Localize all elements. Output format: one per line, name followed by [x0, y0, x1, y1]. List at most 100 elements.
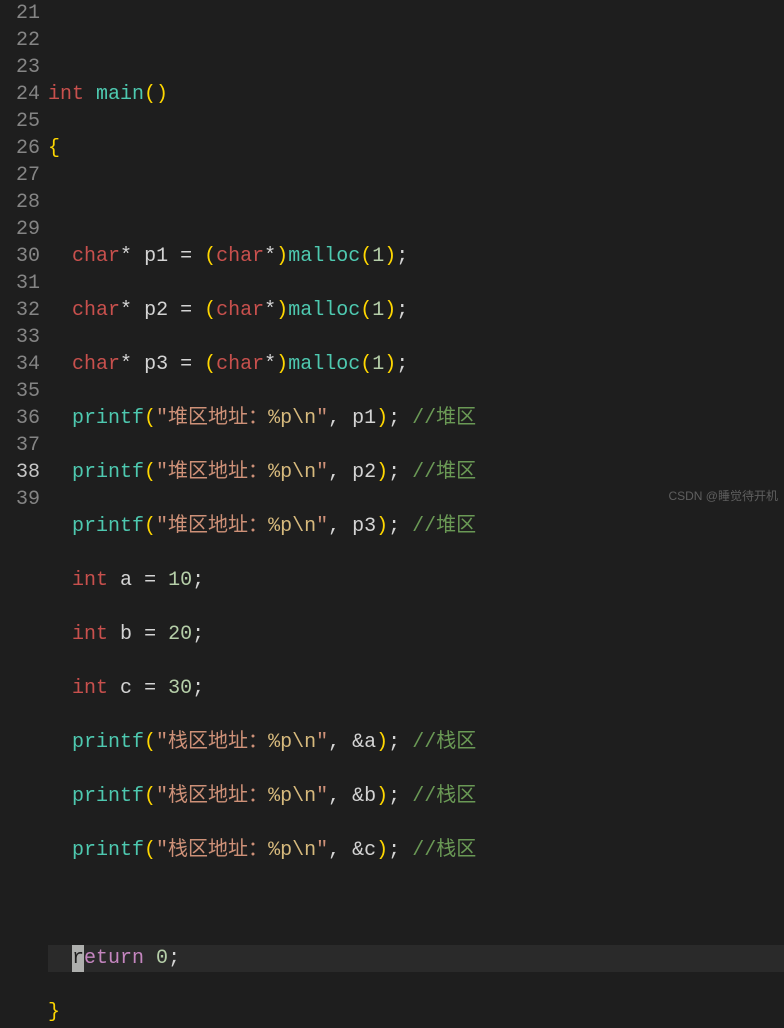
watermark: CSDN @睡觉待开机: [668, 483, 778, 510]
string: "栈区地址：: [156, 785, 268, 808]
paren: ): [376, 785, 388, 808]
semicolon: ;: [396, 299, 408, 322]
line-number: 21: [0, 0, 40, 27]
format-spec: %p: [268, 461, 292, 484]
function-call: printf: [72, 461, 144, 484]
code-line: char* p1 = (char*)malloc(1);: [48, 243, 784, 270]
paren: (: [360, 353, 372, 376]
star: *: [120, 353, 132, 376]
line-number: 38: [0, 459, 40, 486]
equals: =: [180, 353, 192, 376]
variable: c: [364, 839, 376, 862]
type-keyword: int: [72, 623, 108, 646]
line-number: 37: [0, 432, 40, 459]
addressof: &: [352, 731, 364, 754]
line-number: 26: [0, 135, 40, 162]
equals: =: [180, 245, 192, 268]
code-line: printf("堆区地址：%p\n", p1); //堆区: [48, 405, 784, 432]
code-line: printf("堆区地址：%p\n", p3); //堆区: [48, 513, 784, 540]
type-keyword: char: [216, 245, 264, 268]
type-keyword: int: [72, 677, 108, 700]
function-call: malloc: [288, 245, 360, 268]
paren: (: [144, 785, 156, 808]
variable: b: [120, 623, 132, 646]
paren: (): [144, 83, 168, 106]
number: 0: [156, 947, 168, 970]
code-line: printf("堆区地址：%p\n", p2); //堆区: [48, 459, 784, 486]
line-number: 25: [0, 108, 40, 135]
variable: a: [120, 569, 132, 592]
code-line: printf("栈区地址：%p\n", &c); //栈区: [48, 837, 784, 864]
paren: ): [384, 299, 396, 322]
star: *: [120, 245, 132, 268]
escape: \n: [292, 461, 316, 484]
escape: \n: [292, 731, 316, 754]
variable: b: [364, 785, 376, 808]
function-call: printf: [72, 515, 144, 538]
function-call: printf: [72, 785, 144, 808]
format-spec: %p: [268, 407, 292, 430]
variable: p2: [144, 299, 168, 322]
paren: ): [376, 515, 388, 538]
cursor: r: [72, 945, 84, 972]
code-area[interactable]: int main() { char* p1 = (char*)malloc(1)…: [48, 0, 784, 1028]
string: ": [316, 731, 328, 754]
variable: p1: [144, 245, 168, 268]
paren: ): [384, 353, 396, 376]
code-line: int main(): [48, 81, 784, 108]
type-keyword: int: [72, 569, 108, 592]
comment: //栈区: [412, 839, 476, 862]
paren: ): [376, 407, 388, 430]
line-number: 23: [0, 54, 40, 81]
function-call: malloc: [288, 353, 360, 376]
paren: ): [384, 245, 396, 268]
format-spec: %p: [268, 515, 292, 538]
line-number: 22: [0, 27, 40, 54]
string: ": [316, 407, 328, 430]
code-line: }: [48, 999, 784, 1026]
string: "栈区地址：: [156, 731, 268, 754]
format-spec: %p: [268, 839, 292, 862]
line-number: 31: [0, 270, 40, 297]
string: ": [316, 785, 328, 808]
code-editor[interactable]: 21222324252627282930313233343536373839 i…: [0, 0, 784, 1028]
equals: =: [144, 677, 156, 700]
equals: =: [180, 299, 192, 322]
line-number: 24: [0, 81, 40, 108]
paren: (: [144, 515, 156, 538]
number: 1: [372, 245, 384, 268]
line-number: 27: [0, 162, 40, 189]
variable: p3: [352, 515, 376, 538]
paren: ): [276, 245, 288, 268]
variable: c: [120, 677, 132, 700]
string: ": [316, 515, 328, 538]
type-keyword: char: [72, 299, 120, 322]
string: "堆区地址：: [156, 515, 268, 538]
line-number: 29: [0, 216, 40, 243]
comment: //栈区: [412, 731, 476, 754]
format-spec: %p: [268, 731, 292, 754]
code-line: printf("栈区地址：%p\n", &b); //栈区: [48, 783, 784, 810]
variable: a: [364, 731, 376, 754]
paren: ): [276, 353, 288, 376]
code-line: int a = 10;: [48, 567, 784, 594]
paren: (: [144, 407, 156, 430]
semicolon: ;: [396, 353, 408, 376]
line-number: 35: [0, 378, 40, 405]
paren: (: [204, 245, 216, 268]
star: *: [120, 299, 132, 322]
code-line: [48, 189, 784, 216]
function-call: printf: [72, 407, 144, 430]
equals: =: [144, 569, 156, 592]
type-keyword: char: [72, 353, 120, 376]
paren: ): [376, 461, 388, 484]
star: *: [264, 353, 276, 376]
variable: p1: [352, 407, 376, 430]
string: "栈区地址：: [156, 839, 268, 862]
paren: ): [376, 731, 388, 754]
comment: //堆区: [412, 461, 476, 484]
brace: }: [48, 1001, 60, 1024]
paren: (: [360, 245, 372, 268]
line-number: 39: [0, 486, 40, 513]
line-number: 34: [0, 351, 40, 378]
